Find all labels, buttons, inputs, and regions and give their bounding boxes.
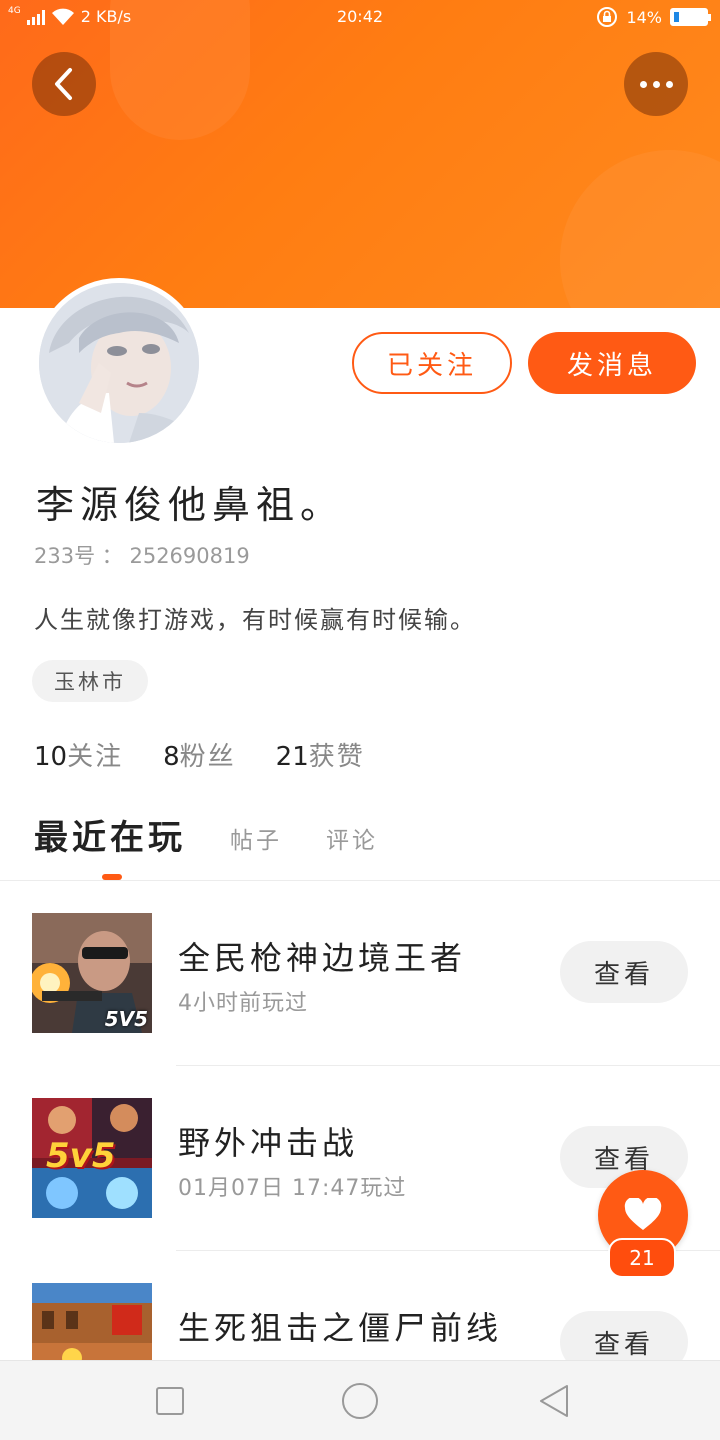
game-list-item[interactable]: 5V5 全民枪神边境王者 4小时前玩过 查看 [0, 913, 720, 1098]
avatar[interactable] [34, 278, 204, 448]
game-name: 野外冲击战 [178, 1124, 359, 1162]
status-bar: 4G 2 KB/s 20:42 14% [0, 0, 720, 36]
profile-stats: 10关注 8粉丝 21获赞 [34, 736, 365, 773]
divider [0, 880, 720, 881]
stat-label: 获赞 [308, 742, 365, 772]
banner-decoration [560, 150, 720, 308]
user-id-value: 252690819 [129, 544, 250, 568]
recent-apps-button[interactable] [150, 1381, 190, 1421]
stat-label: 粉丝 [179, 742, 236, 772]
more-dot-icon [652, 80, 660, 88]
chevron-left-icon [55, 68, 72, 100]
user-id: 233号 ： 252690819 [34, 540, 250, 570]
stat-number: 10 [34, 742, 68, 772]
stat-number: 21 [275, 742, 309, 772]
stat-label: 关注 [67, 742, 124, 772]
profile-tabs: 最近在玩 帖子 评论 [34, 810, 378, 859]
view-game-button[interactable]: 查看 [560, 941, 688, 1003]
send-message-button[interactable]: 发消息 [528, 332, 696, 394]
last-played-time: 01月07日 17:47玩过 [178, 1176, 407, 1201]
stat-likes[interactable]: 21获赞 [276, 736, 365, 773]
home-button[interactable] [340, 1381, 380, 1421]
stat-followers[interactable]: 8粉丝 [163, 736, 236, 773]
divider [176, 1065, 720, 1066]
profile-banner [0, 0, 720, 308]
game-badge: 5v5 [46, 1136, 116, 1176]
game-name: 生死狙击之僵尸前线 [178, 1309, 503, 1347]
back-button[interactable] [32, 52, 96, 116]
rotation-lock-icon [597, 7, 618, 27]
user-bio: 人生就像打游戏，有时候赢有时候输。 [34, 606, 476, 634]
stat-number: 8 [163, 742, 180, 772]
square-icon [156, 1387, 184, 1415]
circle-icon [342, 1383, 378, 1419]
tab-recently-played[interactable]: 最近在玩 [34, 810, 186, 859]
tab-posts[interactable]: 帖子 [230, 821, 282, 859]
heart-icon [624, 1198, 662, 1230]
username: 李源俊他鼻祖。 [36, 483, 345, 527]
more-dot-icon [639, 80, 647, 88]
triangle-back-icon [540, 1385, 568, 1417]
last-played-time: 4小时前玩过 [178, 991, 308, 1016]
back-navigation-button[interactable] [534, 1381, 574, 1421]
tab-comments[interactable]: 评论 [326, 821, 378, 859]
following-button[interactable]: 已关注 [352, 332, 512, 394]
like-count-badge: 21 [608, 1238, 676, 1278]
game-name: 全民枪神边境王者 [178, 939, 467, 977]
battery-icon [670, 8, 711, 26]
battery-percent: 14% [626, 7, 662, 27]
game-thumbnail: 5V5 [32, 913, 152, 1033]
user-id-label: 233号 [34, 544, 96, 568]
more-options-button[interactable] [624, 52, 688, 116]
game-badge: 5V5 [104, 1007, 148, 1031]
game-thumbnail: 5v5 [32, 1098, 152, 1218]
user-id-separator: ： [101, 544, 123, 568]
more-dot-icon [665, 80, 673, 88]
avatar-image [39, 283, 199, 443]
system-navigation-bar [0, 1360, 720, 1440]
stat-following[interactable]: 10关注 [34, 736, 123, 773]
city-tag: 玉林市 [32, 660, 148, 702]
